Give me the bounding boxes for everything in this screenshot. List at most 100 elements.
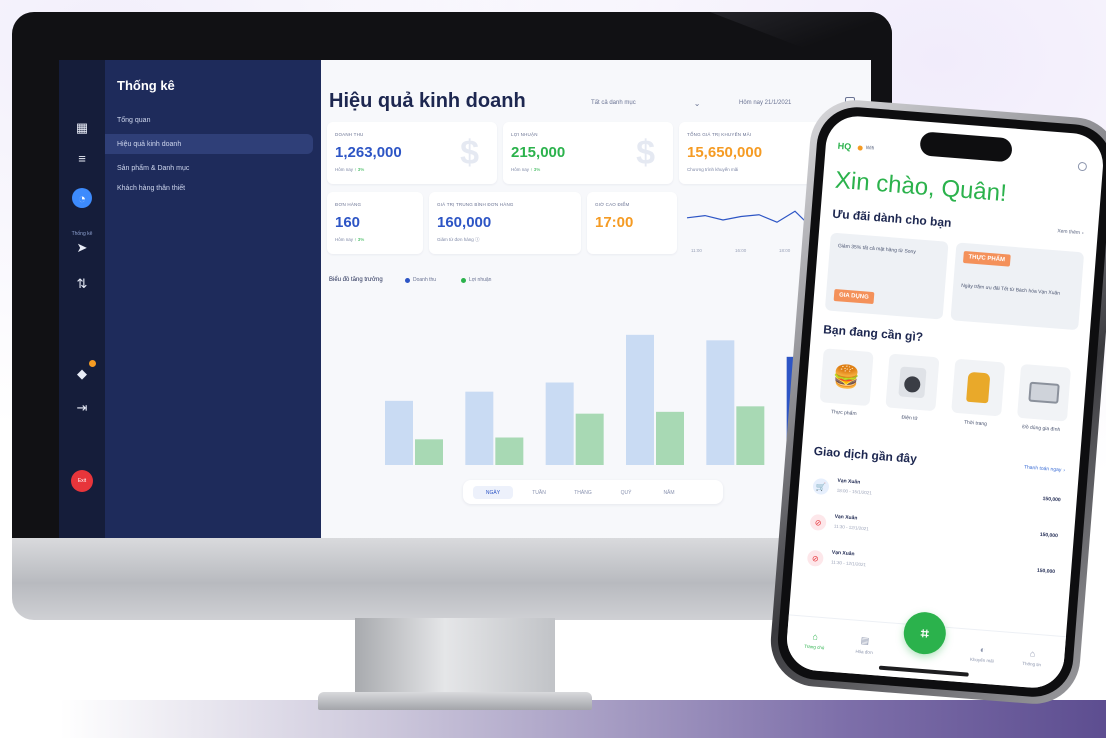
offers-title: Ưu đãi dành cho bạn bbox=[831, 206, 952, 230]
send-icon[interactable]: ➤ bbox=[72, 238, 92, 258]
kpi-value: 1,263,000 bbox=[335, 144, 402, 161]
categories-title: Bạn đang cần gì? bbox=[822, 322, 924, 345]
phone-screen: HQ Wifi Xin chào, Quân! Ưu đãi dành cho … bbox=[784, 113, 1106, 691]
transaction-time: 11:30 - 12/1/2021 bbox=[833, 523, 869, 532]
bar-profit[interactable] bbox=[415, 439, 443, 465]
tools-icon bbox=[1028, 381, 1060, 404]
dollar-icon: $ bbox=[460, 134, 479, 172]
tab-month[interactable]: THÁNG bbox=[563, 486, 603, 499]
offers-see-more-link[interactable]: Xem thêm › bbox=[1057, 228, 1084, 236]
bar-revenue[interactable] bbox=[465, 391, 494, 465]
offer-card[interactable]: Giảm 35% tất cả mặt hàng từ Sony GIA DỤN… bbox=[824, 232, 949, 320]
offer-card[interactable]: THỰC PHẨM Ngày trăm ưu đãi Tết từ Bách h… bbox=[950, 242, 1085, 331]
receipt-icon: ▤ bbox=[860, 635, 870, 646]
bar-revenue[interactable] bbox=[706, 340, 735, 465]
dollar-icon: $ bbox=[636, 134, 655, 172]
sidebar-title: Thống kê bbox=[117, 78, 175, 93]
profile-icon: ⌂ bbox=[1029, 648, 1036, 659]
burger-icon: 🍔 bbox=[832, 363, 862, 391]
category-label: Thời trang bbox=[963, 419, 988, 428]
search-icon[interactable] bbox=[1077, 161, 1088, 172]
nav-profile[interactable]: ⌂ Thông tin bbox=[1012, 647, 1053, 668]
sidebar-item-products[interactable]: Sản phẩm & Danh mục bbox=[105, 158, 313, 178]
transaction-name: Vạn Xuân bbox=[831, 549, 855, 558]
category-filter[interactable]: Tất cả danh mục ⌄ bbox=[591, 94, 700, 112]
nav-home[interactable]: ⌂ Trang chủ bbox=[794, 630, 835, 651]
tab-week[interactable]: TUẦN bbox=[521, 486, 557, 499]
tag-icon: ⊘ bbox=[809, 513, 827, 532]
chevron-right-icon: › bbox=[1081, 230, 1084, 237]
exit-button[interactable]: Exit bbox=[71, 470, 93, 492]
stat-value: 160 bbox=[335, 214, 361, 231]
bar-revenue[interactable] bbox=[626, 334, 654, 465]
period-tabs: NGÀY TUẦN THÁNG QUÝ NĂM bbox=[463, 480, 723, 504]
grid-icon[interactable]: ▦ bbox=[72, 118, 92, 138]
bar-revenue[interactable] bbox=[545, 382, 574, 466]
date-filter[interactable]: Hôm nay 21/1/2021 bbox=[739, 94, 791, 112]
stat-sub: Hôm nay ↑ 3% bbox=[335, 237, 365, 242]
sparkline-x-label: 11:00 bbox=[691, 248, 702, 253]
tab-quarter[interactable]: QUÝ bbox=[611, 486, 641, 499]
stat-label: GIỜ CAO ĐIỂM bbox=[595, 202, 630, 207]
stat-sub: Giảm từ đơn hàng ⓘ bbox=[437, 237, 480, 242]
tab-day[interactable]: NGÀY bbox=[473, 486, 513, 499]
stat-card-peak-hour: GIỜ CAO ĐIỂM 17:00 bbox=[587, 192, 677, 254]
icon-rail: ▦ ≡ ◔ Thống kê ➤ ⇅ ◆ ⇥ Exit bbox=[59, 60, 105, 542]
offer-text: Ngày trăm ưu đãi Tết từ Bách hóa Vạn Xuâ… bbox=[960, 282, 1061, 297]
monitor-stand bbox=[355, 618, 555, 698]
kpi-label: DOANH THU bbox=[335, 132, 364, 137]
category-electronics[interactable] bbox=[885, 353, 940, 412]
legend-revenue-dot bbox=[405, 278, 410, 283]
transaction-time: 18:00 - 15/1/2021 bbox=[836, 487, 873, 496]
category-home[interactable] bbox=[1016, 363, 1072, 422]
kpi-label: TỔNG GIÁ TRỊ KHUYẾN MÃI bbox=[687, 132, 752, 137]
rail-active-caption: Thống kê bbox=[71, 231, 93, 237]
database-icon[interactable]: ≡ bbox=[72, 148, 92, 168]
tab-year[interactable]: NĂM bbox=[651, 486, 687, 499]
tag-icon: ⊘ bbox=[806, 549, 824, 567]
kpi-value: 215,000 bbox=[511, 144, 566, 161]
offer-tag: THỰC PHẨM bbox=[962, 251, 1011, 267]
offer-text: Giảm 35% tất cả mặt hàng từ Sony bbox=[837, 243, 917, 256]
legend-profit-dot bbox=[461, 278, 466, 283]
transactions-title: Giao dịch gần đây bbox=[813, 443, 918, 466]
category-food[interactable]: 🍔 bbox=[819, 348, 874, 407]
transactions-pay-link[interactable]: Thanh toán ngay › bbox=[1024, 464, 1066, 473]
bar-profit[interactable] bbox=[656, 411, 684, 465]
transaction-name: Vạn Xuân bbox=[834, 513, 858, 522]
promo-icon: ◐ bbox=[979, 644, 986, 655]
stat-card-avg-order: GIÁ TRỊ TRUNG BÌNH ĐƠN HÀNG 160,000 Giảm… bbox=[429, 192, 581, 254]
kpi-card-profit: LỢI NHUẬN 215,000 Hôm nay ↑ 3% $ bbox=[503, 122, 673, 184]
monitor-stand-foot bbox=[318, 692, 592, 710]
shop-icon[interactable]: ◆ bbox=[72, 364, 92, 384]
bar-revenue[interactable] bbox=[385, 400, 413, 465]
sidebar-item-loyal-customers[interactable]: Khách hàng thân thiết bbox=[105, 178, 313, 198]
bar-profit[interactable] bbox=[736, 406, 765, 465]
sidebar-item-business-performance[interactable]: Hiệu quả kinh doanh bbox=[105, 134, 313, 154]
stats-icon[interactable]: ◔ bbox=[72, 188, 92, 208]
offer-tag: GIA DỤNG bbox=[833, 288, 875, 305]
app-logo: HQ bbox=[837, 140, 852, 152]
sparkline-x-label: 18:00 bbox=[779, 248, 791, 253]
sparkline-x-label: 16:00 bbox=[735, 248, 747, 253]
sidebar: Thống kê Tổng quan Hiệu quả kinh doanh S… bbox=[105, 60, 321, 542]
logout-icon[interactable]: ⇥ bbox=[72, 398, 92, 418]
category-fashion[interactable] bbox=[951, 358, 1006, 417]
stat-label: GIÁ TRỊ TRUNG BÌNH ĐƠN HÀNG bbox=[437, 202, 514, 207]
bar-profit[interactable] bbox=[575, 413, 604, 465]
kpi-label: LỢI NHUẬN bbox=[511, 132, 538, 137]
qr-scan-button[interactable]: ⌗ bbox=[902, 610, 948, 656]
filter-icon[interactable]: ⇅ bbox=[72, 274, 92, 294]
phone-notch bbox=[919, 131, 1013, 163]
bar-profit[interactable] bbox=[495, 437, 524, 466]
sidebar-item-overview[interactable]: Tổng quan bbox=[105, 110, 313, 130]
transaction-amount: 150,000 bbox=[1036, 567, 1056, 576]
transaction-name: Vạn Xuân bbox=[837, 477, 861, 486]
kpi-sub: Chương trình khuyến mãi bbox=[687, 167, 739, 172]
stat-value: 17:00 bbox=[595, 214, 634, 231]
nav-promotions[interactable]: ◐ Khuyến mãi bbox=[962, 643, 1003, 664]
nav-invoices[interactable]: ▤ Hóa đơn bbox=[844, 634, 885, 656]
info-icon: ⓘ bbox=[475, 237, 480, 242]
category-filter-value: Tất cả danh mục bbox=[591, 100, 636, 106]
kpi-sub: Hôm nay ↑ 3% bbox=[335, 167, 365, 172]
